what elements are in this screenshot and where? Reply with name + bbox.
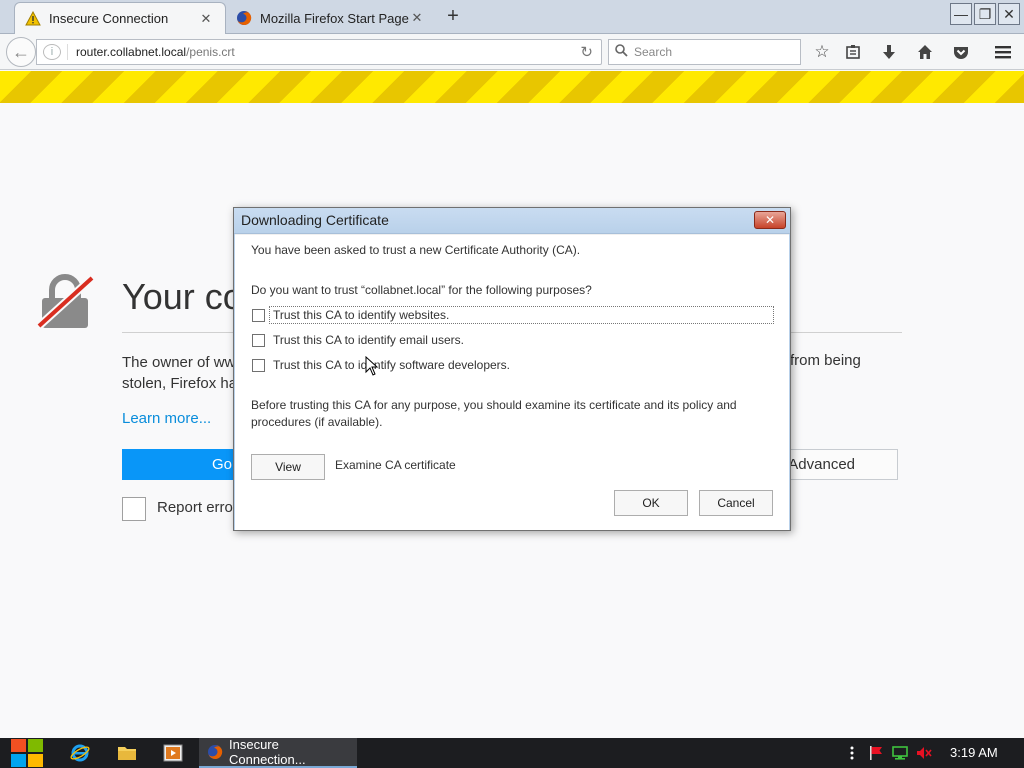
warning-stripe bbox=[0, 71, 1024, 103]
trust-software-checkbox[interactable] bbox=[252, 358, 265, 372]
tab-strip: Insecure Connection ✕ Mozilla Firefox St… bbox=[0, 0, 1024, 34]
file-explorer-icon[interactable] bbox=[115, 741, 139, 765]
start-button[interactable] bbox=[10, 738, 44, 768]
view-description: Examine CA certificate bbox=[335, 458, 456, 472]
taskbar-firefox-task[interactable]: Insecure Connection... bbox=[199, 737, 357, 768]
taskbar: Insecure Connection... 3:19 AM bbox=[0, 737, 1024, 768]
action-center-flag-icon[interactable] bbox=[868, 745, 884, 761]
cancel-button[interactable]: Cancel bbox=[699, 490, 773, 516]
tab-label: Mozilla Firefox Start Page bbox=[260, 10, 409, 26]
url-host: router.collabnet.local bbox=[76, 45, 187, 59]
tray-overflow-icon[interactable] bbox=[844, 745, 860, 761]
dialog-intro: You have been asked to trust a new Certi… bbox=[251, 243, 581, 257]
broken-lock-icon bbox=[36, 274, 96, 334]
tab-label: Insecure Connection bbox=[49, 11, 169, 26]
taskbar-task-label: Insecure Connection... bbox=[229, 737, 306, 767]
back-button[interactable]: ← bbox=[6, 37, 36, 67]
volume-muted-icon[interactable] bbox=[916, 745, 932, 761]
trust-email-option[interactable]: Trust this CA to identify email users. bbox=[252, 330, 464, 350]
pocket-icon[interactable] bbox=[951, 42, 971, 62]
restore-button[interactable]: ❐ bbox=[974, 3, 996, 25]
close-icon: ✕ bbox=[764, 213, 776, 227]
reading-list-icon[interactable] bbox=[843, 42, 863, 62]
trust-email-checkbox[interactable] bbox=[252, 333, 265, 347]
url-path: /penis.crt bbox=[186, 45, 235, 59]
media-player-icon[interactable] bbox=[161, 741, 185, 765]
dialog-note: Before trusting this CA for any purpose,… bbox=[251, 398, 737, 429]
downloading-certificate-dialog: Downloading Certificate ✕ You have been … bbox=[233, 207, 791, 531]
dialog-titlebar[interactable]: Downloading Certificate ✕ bbox=[234, 208, 790, 234]
view-button[interactable]: View bbox=[251, 454, 325, 480]
mouse-cursor-icon bbox=[365, 355, 379, 376]
tab-insecure-connection[interactable]: Insecure Connection ✕ bbox=[14, 2, 226, 34]
tab-firefox-start-page[interactable]: Mozilla Firefox Start Page ✕ bbox=[226, 2, 436, 34]
dialog-question: Do you want to trust “collabnet.local” f… bbox=[251, 283, 592, 297]
warning-icon bbox=[25, 10, 41, 27]
dialog-title: Downloading Certificate bbox=[241, 212, 389, 228]
firefox-icon bbox=[207, 744, 223, 760]
reload-icon[interactable]: ↻ bbox=[580, 43, 593, 61]
ok-button[interactable]: OK bbox=[614, 490, 688, 516]
trust-software-option[interactable]: Trust this CA to identify software devel… bbox=[252, 355, 510, 375]
new-tab-button[interactable]: + bbox=[442, 6, 464, 28]
search-icon bbox=[615, 44, 628, 60]
taskbar-clock[interactable]: 3:19 AM bbox=[950, 745, 998, 760]
back-arrow-icon: ← bbox=[12, 41, 30, 62]
dialog-body: You have been asked to trust a new Certi… bbox=[235, 235, 789, 530]
menu-hamburger-icon[interactable] bbox=[993, 42, 1013, 62]
tab-close-icon[interactable]: ✕ bbox=[410, 10, 424, 26]
tab-close-icon[interactable]: ✕ bbox=[199, 11, 213, 27]
error-text-fragment: from being bbox=[790, 352, 861, 369]
close-window-button[interactable]: ✕ bbox=[998, 3, 1020, 25]
dialog-close-button[interactable]: ✕ bbox=[754, 211, 786, 229]
option-label: Trust this CA to identify websites. bbox=[269, 306, 774, 324]
url-bar[interactable]: i router.collabnet.local /penis.crt ↻ bbox=[36, 39, 602, 65]
learn-more-link[interactable]: Learn more... bbox=[122, 410, 211, 427]
report-errors-label: Report erro bbox=[157, 499, 233, 516]
network-icon[interactable] bbox=[892, 745, 908, 761]
site-info-icon[interactable]: i bbox=[43, 44, 61, 60]
trust-websites-option[interactable]: Trust this CA to identify websites. bbox=[252, 305, 774, 325]
trust-websites-checkbox[interactable] bbox=[252, 308, 265, 322]
firefox-icon bbox=[236, 10, 252, 26]
navigation-toolbar: ← i router.collabnet.local /penis.crt ↻ … bbox=[0, 34, 1024, 70]
window-controls: — ❐ ✕ bbox=[948, 3, 1020, 25]
internet-explorer-icon[interactable] bbox=[68, 741, 92, 765]
report-errors-checkbox[interactable] bbox=[122, 497, 146, 521]
search-placeholder: Search bbox=[634, 45, 673, 59]
option-label: Trust this CA to identify email users. bbox=[273, 333, 464, 347]
url-separator bbox=[67, 44, 68, 60]
home-icon[interactable] bbox=[915, 42, 935, 62]
option-label: Trust this CA to identify software devel… bbox=[273, 358, 510, 372]
bookmark-star-icon[interactable]: ☆ bbox=[812, 42, 832, 62]
search-input[interactable]: Search bbox=[608, 39, 801, 65]
error-title: Your co bbox=[122, 276, 243, 317]
downloads-icon[interactable] bbox=[879, 42, 899, 62]
minimize-button[interactable]: — bbox=[950, 3, 972, 25]
